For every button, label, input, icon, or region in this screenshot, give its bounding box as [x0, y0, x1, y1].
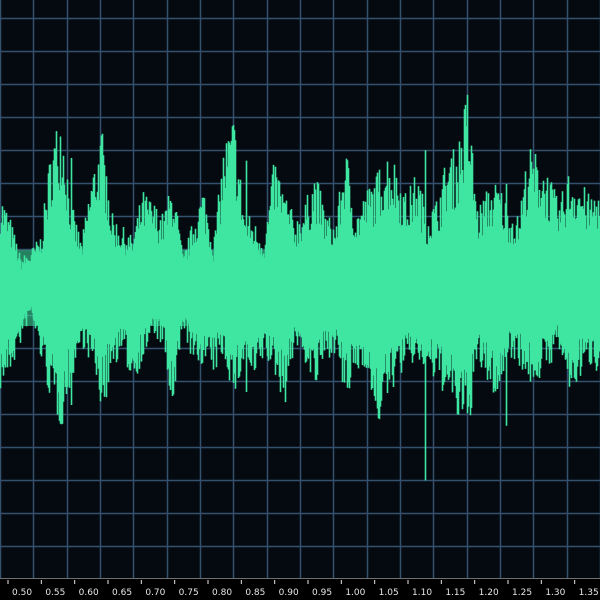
ruler-tick-label: 1.30	[545, 588, 565, 598]
waveform-screen: 0.50 0.55 0.60 0.65 0.70 0.75 0.80 0.85 0.90 0.95…	[0, 0, 600, 600]
waveform-view[interactable]	[0, 0, 600, 578]
ruler-tick-label: 0.95	[312, 588, 332, 598]
ruler-tick-label: 1.00	[345, 588, 365, 598]
ruler-tick-label: 1.35	[579, 588, 599, 598]
ruler-tick-label: 0.55	[45, 588, 65, 598]
ruler-tick-label: 0.85	[245, 588, 265, 598]
ruler-tick-label: 0.60	[79, 588, 99, 598]
time-ruler-scale: 0.50 0.55 0.60 0.65 0.70 0.75 0.80 0.85 0.90 0.95…	[7, 580, 599, 598]
ruler-tick-label: 0.90	[279, 588, 299, 598]
ruler-tick-label: 1.10	[412, 588, 432, 598]
ruler-tick-label: 0.50	[12, 588, 32, 598]
ruler-tick-label: 0.70	[145, 588, 165, 598]
ruler-tick-label: 1.05	[379, 588, 399, 598]
ruler-tick-label: 1.15	[445, 588, 465, 598]
ruler-tick-label: 0.80	[212, 588, 232, 598]
time-ruler[interactable]: 0.50 0.55 0.60 0.65 0.70 0.75 0.80 0.85 0.90 0.95…	[0, 578, 600, 600]
ruler-tick-label: 1.20	[479, 588, 499, 598]
ruler-tick-label: 0.65	[112, 588, 132, 598]
ruler-tick-label: 0.75	[179, 588, 199, 598]
ruler-tick-label: 1.25	[512, 588, 532, 598]
waveform-core-band	[0, 250, 600, 326]
